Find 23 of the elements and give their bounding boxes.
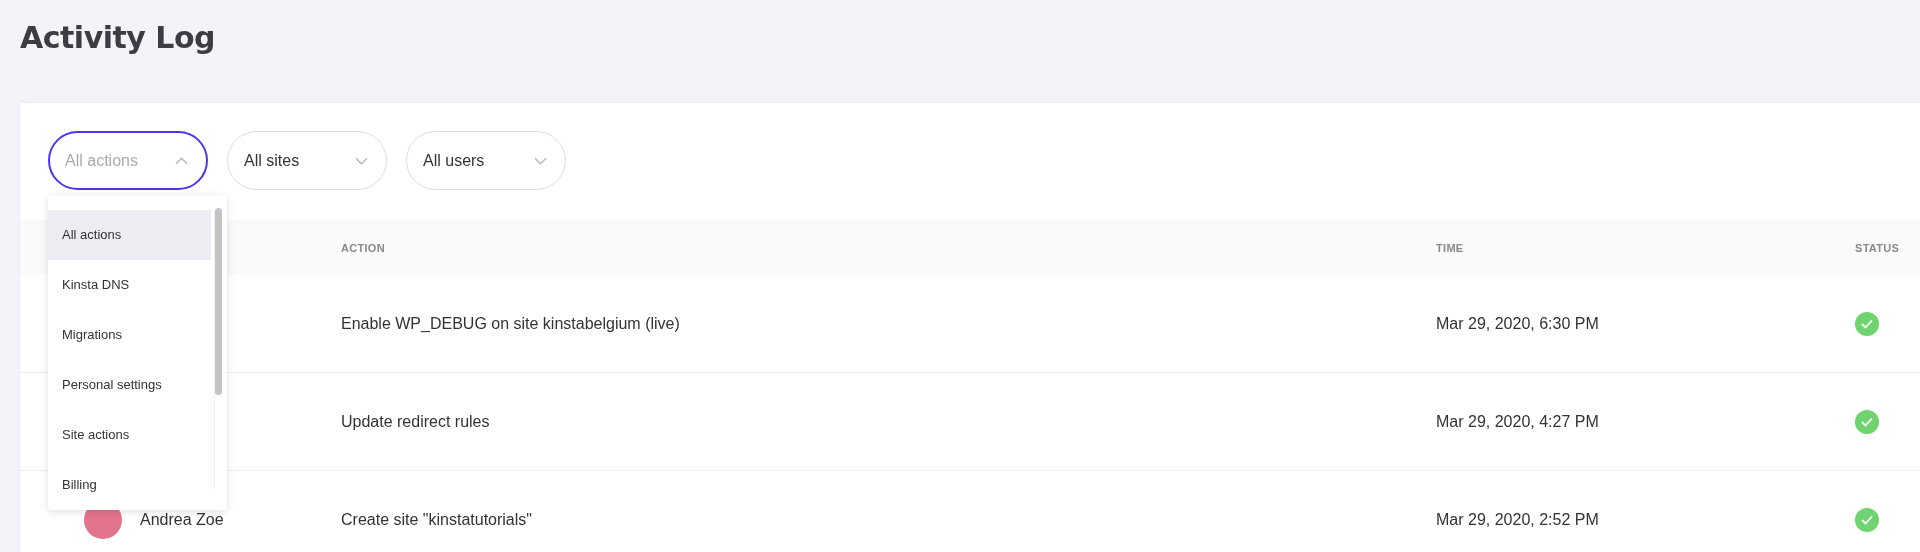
menu-item[interactable]: Personal settings [48, 360, 211, 410]
menu-item[interactable]: Migrations [48, 310, 211, 360]
action-text: Create site "kinstatutorials" [341, 510, 532, 529]
time-text: Mar 29, 2020, 2:52 PM [1436, 510, 1599, 529]
time-text: Mar 29, 2020, 6:30 PM [1436, 314, 1599, 333]
action-text: Update redirect rules [341, 412, 490, 431]
caret-icon [175, 156, 188, 165]
menu-item[interactable]: Site actions [48, 410, 211, 460]
filter-dropdown[interactable]: All users [406, 131, 566, 190]
column-header: STATUS [1855, 241, 1900, 254]
user-name: Andrea Zoe [140, 510, 224, 529]
column-header: TIME [1436, 241, 1464, 254]
action-text: Enable WP_DEBUG on site kinstabelgium (live) [341, 314, 680, 333]
menu-item[interactable]: Kinsta DNS [48, 260, 211, 310]
time-text: Mar 29, 2020, 4:27 PM [1436, 412, 1599, 431]
column-header: ACTION [341, 241, 385, 254]
caret-icon [355, 156, 368, 165]
scrollbar-thumb[interactable] [215, 208, 222, 395]
filter-dropdown[interactable]: All sites [227, 131, 387, 190]
caret-icon [534, 156, 547, 165]
page-title: Activity Log [19, 19, 216, 57]
menu-item[interactable]: All actions [48, 210, 211, 260]
menu-item[interactable]: Billing [48, 460, 211, 510]
